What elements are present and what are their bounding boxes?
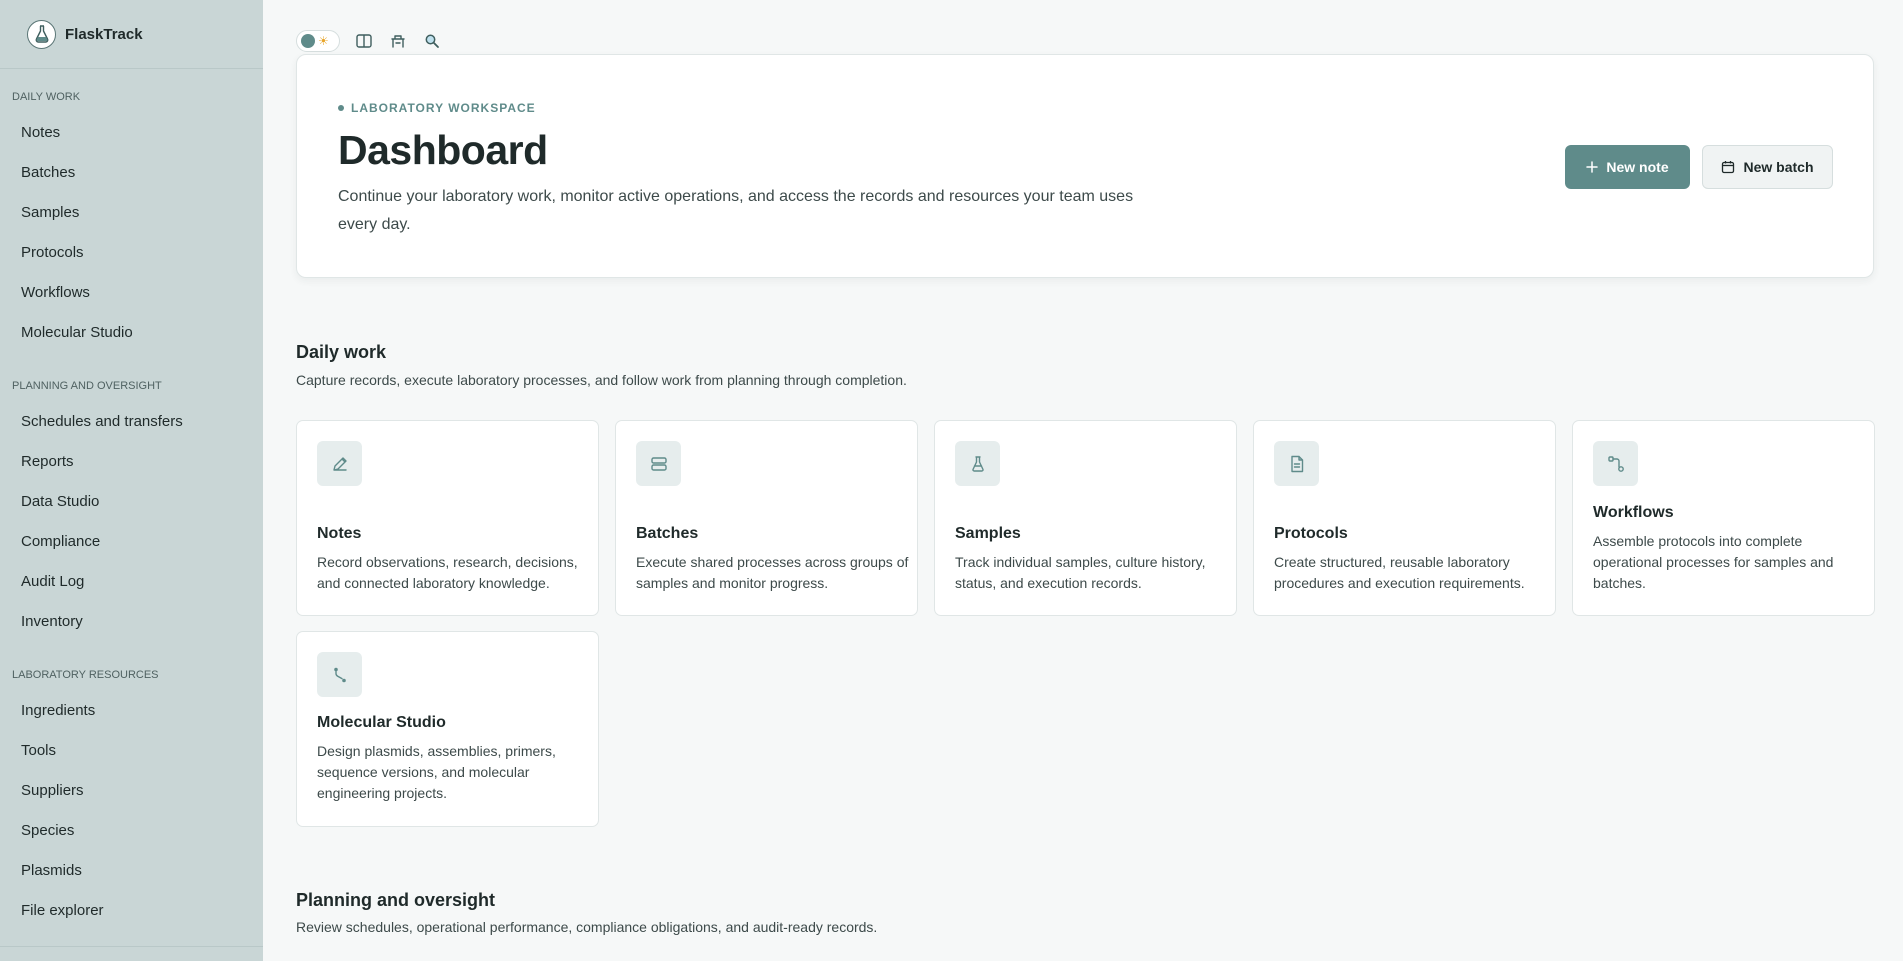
sidebar-item-plasmids[interactable]: Plasmids — [0, 851, 263, 891]
sidebar-divider — [0, 946, 263, 947]
sidebar-item-molecular-studio[interactable]: Molecular Studio — [0, 313, 263, 353]
new-batch-button[interactable]: New batch — [1702, 145, 1833, 189]
sidebar-item-notes[interactable]: Notes — [0, 113, 263, 153]
molecule-icon — [317, 652, 362, 697]
card-notes[interactable]: Notes Record observations, research, dec… — [296, 420, 599, 616]
sidebar-item-suppliers[interactable]: Suppliers — [0, 771, 263, 811]
sidebar-item-schedules[interactable]: Schedules and transfers — [0, 402, 263, 442]
main-content: ☀ LABORATORY WORKSPACE Dashboard Continu… — [263, 0, 1903, 961]
sidebar-item-data-studio[interactable]: Data Studio — [0, 482, 263, 522]
eyebrow-dot — [338, 105, 344, 111]
card-samples-description: Track individual samples, culture histor… — [955, 554, 1206, 591]
sidebar-item-reports[interactable]: Reports — [0, 442, 263, 482]
card-molecular-studio-title: Molecular Studio — [317, 714, 446, 731]
daily-work-description: Capture records, execute laboratory proc… — [296, 372, 907, 388]
new-note-button[interactable]: New note — [1565, 145, 1690, 189]
sun-icon: ☀ — [318, 34, 329, 48]
card-batches[interactable]: Batches Execute shared processes across … — [615, 420, 918, 616]
brand[interactable]: FlaskTrack — [0, 0, 263, 69]
planning-title: Planning and oversight — [296, 890, 496, 910]
planning-description: Review schedules, operational performanc… — [296, 919, 878, 935]
card-batches-description: Execute shared processes across groups o… — [636, 554, 909, 591]
sidebar-item-tools[interactable]: Tools — [0, 731, 263, 771]
card-protocols[interactable]: Protocols Create structured, reusable la… — [1253, 420, 1556, 616]
flask-logo-icon — [27, 19, 56, 49]
sidebar: FlaskTrack DAILY WORK Notes Batches Samp… — [0, 0, 263, 961]
card-notes-description: Record observations, research, decisions… — [317, 554, 578, 591]
card-molecular-studio[interactable]: Molecular Studio Design plasmids, assemb… — [296, 631, 599, 827]
sidebar-item-workflows[interactable]: Workflows — [0, 273, 263, 313]
sidebar-item-species[interactable]: Species — [0, 811, 263, 851]
hero-card: LABORATORY WORKSPACE Dashboard Continue … — [296, 54, 1874, 278]
app-name: FlaskTrack — [65, 25, 143, 43]
search-icon[interactable] — [422, 31, 442, 51]
card-workflows-title: Workflows — [1593, 504, 1674, 521]
stack-icon — [636, 441, 681, 486]
sidebar-item-protocols[interactable]: Protocols — [0, 233, 263, 273]
card-notes-title: Notes — [317, 525, 362, 542]
document-icon — [1274, 441, 1319, 486]
eyebrow: LABORATORY WORKSPACE — [338, 101, 536, 115]
pencil-icon — [317, 441, 362, 486]
new-note-label: New note — [1606, 159, 1669, 175]
nav-section-planning: PLANNING AND OVERSIGHT — [12, 380, 162, 392]
daily-work-title: Daily work — [296, 342, 387, 362]
toolbar: ☀ — [296, 30, 442, 52]
eyebrow-label: LABORATORY WORKSPACE — [351, 101, 536, 115]
calendar-icon — [1722, 161, 1735, 174]
sidebar-item-ingredients[interactable]: Ingredients — [0, 691, 263, 731]
sidebar-item-file-explorer[interactable]: File explorer — [0, 891, 263, 931]
card-workflows-description: Assemble protocols into complete operati… — [1593, 533, 1834, 591]
page-title: Dashboard — [338, 127, 548, 173]
flask-icon — [955, 441, 1000, 486]
sidebar-item-inventory[interactable]: Inventory — [0, 602, 263, 642]
bench-icon[interactable] — [388, 31, 408, 51]
card-protocols-title: Protocols — [1274, 525, 1348, 542]
card-workflows[interactable]: Workflows Assemble protocols into comple… — [1572, 420, 1875, 616]
nav-section-daily-work: DAILY WORK — [12, 91, 81, 103]
card-batches-title: Batches — [636, 525, 699, 542]
plus-icon — [1586, 161, 1599, 173]
sidebar-item-batches[interactable]: Batches — [0, 153, 263, 193]
toggle-knob — [301, 34, 315, 48]
card-samples-title: Samples — [955, 525, 1021, 542]
page-description: Continue your laboratory work, monitor a… — [338, 188, 1134, 233]
new-batch-label: New batch — [1743, 159, 1814, 175]
theme-toggle[interactable]: ☀ — [296, 30, 340, 52]
card-protocols-description: Create structured, reusable laboratory p… — [1274, 554, 1525, 591]
sidebar-item-audit-log[interactable]: Audit Log — [0, 562, 263, 602]
sidebar-item-compliance[interactable]: Compliance — [0, 522, 263, 562]
split-view-icon[interactable] — [354, 31, 374, 51]
card-molecular-studio-description: Design plasmids, assemblies, primers, se… — [317, 743, 556, 801]
card-samples[interactable]: Samples Track individual samples, cultur… — [934, 420, 1237, 616]
nav-section-resources: LABORATORY RESOURCES — [12, 669, 159, 681]
sidebar-item-samples[interactable]: Samples — [0, 193, 263, 233]
workflow-icon — [1593, 441, 1638, 486]
